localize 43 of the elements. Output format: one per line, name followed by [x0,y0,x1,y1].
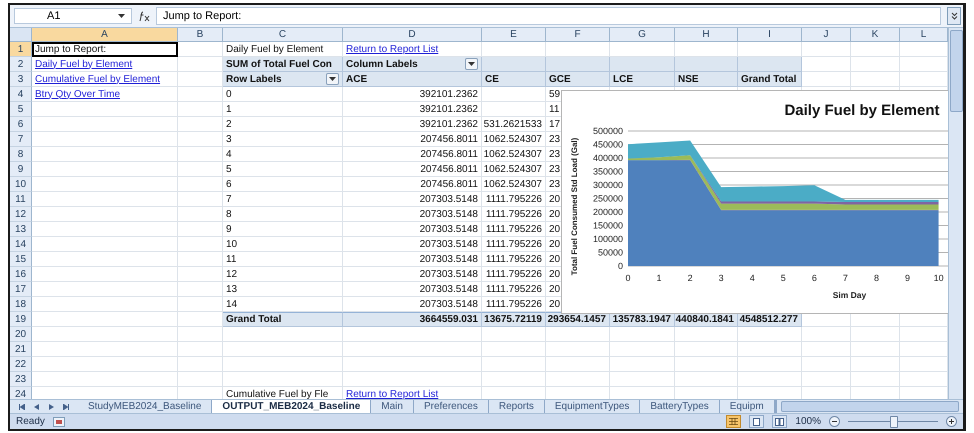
status-text: Ready [16,416,45,427]
axis-tick-label: 400000 [592,153,623,163]
axis-tick-label: 350000 [592,166,623,176]
cell-text: 23 [549,164,560,174]
cell-text: 20 [549,254,560,264]
cell-text: 11 [549,104,560,114]
axis-tick-label: 4 [750,273,755,283]
axis-tick-label: 5 [780,273,786,283]
axis-tick-label: 500000 [592,126,623,136]
axis-tick-label: 100000 [592,234,623,244]
axis-title: Total Fuel Consumed Std Load (Gal) [570,138,579,276]
cell-text: 23 [549,148,560,160]
cell-text: Row Labels [226,74,282,84]
cell-text: 20 [549,238,560,250]
axis-tick-label: 10 [934,273,944,283]
chart-title: Daily Fuel by Element [784,102,940,119]
axis-tick-label: 300000 [592,180,623,190]
cell-text: 23 [549,134,560,144]
cell-text: 17 [549,118,560,130]
axis-tick-label: 2 [688,273,693,283]
axis-tick-label: 250000 [592,194,623,204]
axis-tick-label: 8 [874,273,879,283]
axis-tick-label: 150000 [592,220,623,230]
cell-text: Column Labels [346,58,418,70]
axis-title: Sim Day [832,290,866,300]
axis-tick-label: 450000 [592,140,623,150]
cell-text: 20 [549,284,560,294]
axis-tick-label: 0 [626,273,630,283]
axis-tick-label: 50000 [598,248,623,258]
cell-text: 23 [549,178,560,190]
cell-text: 20 [549,224,560,234]
cell-text: 20 [549,208,560,220]
cell-text: 20 [549,298,560,310]
axis-tick-label: 1 [656,273,662,283]
axis-tick-label: 9 [905,273,910,283]
axis-tick-label: 200000 [592,207,623,217]
axis-tick-label: 3 [718,273,724,283]
cell-text: 20 [549,194,560,204]
axis-tick-label: 0 [618,261,623,271]
axis-tick-label: 6 [812,273,817,283]
axis-tick-label: 7 [842,273,848,283]
cell-text: 20 [549,268,560,280]
cell-text: 59 [549,88,560,100]
